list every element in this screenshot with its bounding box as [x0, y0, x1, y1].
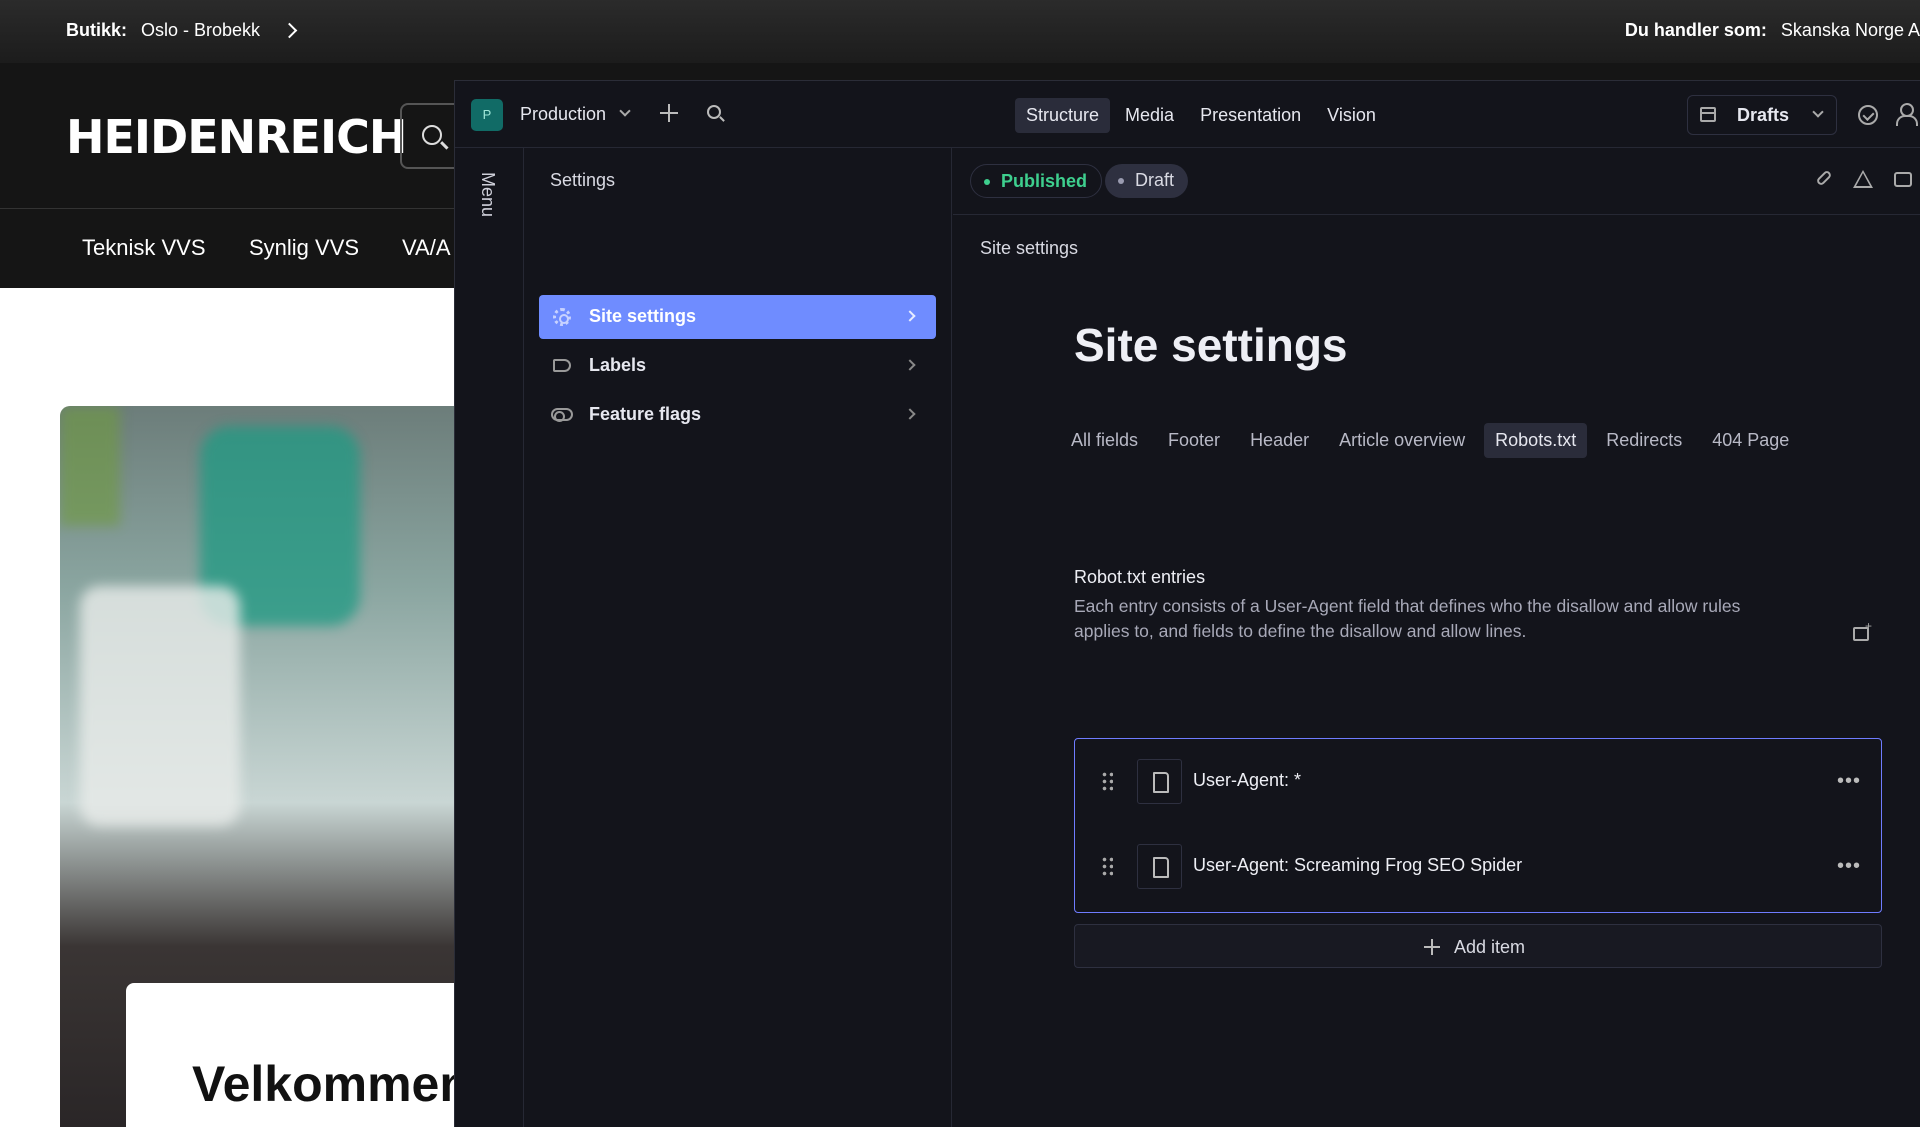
add-item-button[interactable]: Add item [1074, 924, 1882, 968]
field-label: Robot.txt entries [1074, 567, 1206, 587]
tab-redirects[interactable]: Redirects [1595, 423, 1693, 458]
tool-tabs: Structure Media Presentation Vision [1015, 98, 1387, 133]
chevron-down-icon [1812, 106, 1824, 118]
pane-item-label: Labels [589, 355, 647, 375]
drag-handle-icon[interactable] [1101, 856, 1113, 876]
pane-item-label: Site settings [589, 306, 697, 326]
store-logo[interactable]: HEIDENREICH [66, 110, 407, 164]
pane-title: Settings [550, 170, 616, 190]
tab-vision[interactable]: Vision [1316, 98, 1387, 133]
search-icon[interactable] [707, 105, 721, 119]
pane-item-feature-flags[interactable]: Feature flags [539, 393, 936, 437]
gear-icon [553, 308, 571, 326]
breadcrumb: Site settings [980, 238, 1079, 258]
customer-label: Du handler som: [1624, 20, 1767, 40]
plus-icon[interactable] [660, 104, 678, 122]
nav-item-synlig-vvs[interactable]: Synlig VVS [249, 235, 359, 261]
toggle-icon [551, 408, 573, 422]
release-selector-label: Drafts [1737, 105, 1790, 125]
comment-icon[interactable] [1894, 172, 1912, 187]
pane-item-label: Feature flags [589, 404, 702, 424]
customer-info[interactable]: Du handler som: Skanska Norge A [1625, 20, 1920, 41]
list-item-title: User-Agent: Screaming Frog SEO Spider [1193, 855, 1523, 875]
document-icon [1137, 759, 1182, 804]
workspace-badge[interactable]: P [471, 99, 503, 131]
chevron-right-icon [904, 359, 916, 371]
menu-rail[interactable]: Menu [455, 148, 524, 1127]
status-dot [1118, 178, 1124, 184]
status-label: Draft [1135, 170, 1175, 190]
tab-all-fields[interactable]: All fields [1060, 423, 1149, 458]
workspace-name[interactable]: Production [520, 104, 606, 125]
status-label: Published [1001, 171, 1088, 191]
add-item-label: Add item [1454, 937, 1526, 957]
tab-presentation[interactable]: Presentation [1189, 98, 1312, 133]
nav-item-va[interactable]: VA/A [402, 235, 451, 261]
drag-handle-icon[interactable] [1101, 771, 1113, 791]
status-badge-published[interactable]: Published [970, 164, 1103, 198]
link-icon[interactable] [1815, 169, 1833, 187]
tab-404-page[interactable]: 404 Page [1701, 423, 1800, 458]
status-dot [984, 179, 990, 185]
pane-item-site-settings[interactable]: Site settings [539, 295, 936, 339]
tab-header[interactable]: Header [1239, 423, 1320, 458]
add-comment-icon[interactable] [1853, 619, 1872, 641]
studio-navbar: P Production Structure Media Presentatio… [455, 81, 1920, 148]
list-item-title: User-Agent: * [1193, 770, 1302, 790]
tab-structure[interactable]: Structure [1015, 98, 1111, 133]
store-selector[interactable]: Butikk: Oslo - Brobekk [66, 20, 298, 41]
list-item[interactable]: User-Agent: * ••• [1075, 751, 1881, 811]
more-icon[interactable]: ••• [1837, 770, 1861, 793]
pane-item-labels[interactable]: Labels [539, 344, 936, 388]
document-icon [1137, 844, 1182, 889]
welcome-card: Velkommen [126, 983, 486, 1127]
customer-name: Skanska Norge A [1780, 20, 1920, 40]
plus-icon [1424, 939, 1440, 955]
settings-pane: Settings Site settings Labels Feature fl… [524, 148, 952, 1127]
release-selector[interactable]: Drafts [1687, 95, 1837, 135]
menu-label[interactable]: Menu [477, 172, 498, 217]
calendar-icon [1700, 107, 1716, 122]
tab-article-overview[interactable]: Article overview [1328, 423, 1476, 458]
tab-robots-txt[interactable]: Robots.txt [1484, 423, 1588, 458]
search-icon [422, 125, 442, 145]
page-title: Site settings [1074, 319, 1348, 371]
cms-studio: P Production Structure Media Presentatio… [454, 80, 1920, 1127]
field-description: Each entry consists of a User-Agent fiel… [1074, 596, 1741, 641]
store-topbar: Butikk: Oslo - Brobekk Du handler som: S… [0, 0, 1920, 63]
chevron-right-icon [904, 310, 916, 322]
chevron-right-icon [904, 408, 916, 420]
check-circle-icon[interactable] [1858, 105, 1878, 125]
store-label: Butikk: [66, 20, 128, 40]
list-item[interactable]: User-Agent: Screaming Frog SEO Spider ••… [1075, 836, 1881, 896]
document-pane: Published Draft Site settings Site setti… [953, 148, 1920, 1127]
status-badge-draft[interactable]: Draft [1105, 164, 1189, 198]
document-status-bar: Published Draft [953, 148, 1920, 215]
chevron-down-icon[interactable] [619, 105, 631, 117]
user-icon[interactable] [1896, 103, 1918, 126]
tab-footer[interactable]: Footer [1157, 423, 1231, 458]
chevron-right-icon [281, 22, 298, 39]
warning-icon[interactable] [1853, 170, 1873, 188]
tab-media[interactable]: Media [1114, 98, 1185, 133]
welcome-heading: Velkommen [192, 1056, 470, 1112]
label-icon [553, 359, 571, 372]
array-field: User-Agent: * ••• User-Agent: Screaming … [1074, 738, 1882, 913]
nav-item-teknisk-vvs[interactable]: Teknisk VVS [82, 235, 206, 261]
field-group-tabs: All fields Footer Header Article overvie… [1060, 423, 1800, 458]
more-icon[interactable]: ••• [1837, 855, 1861, 878]
store-name: Oslo - Brobekk [141, 20, 261, 40]
